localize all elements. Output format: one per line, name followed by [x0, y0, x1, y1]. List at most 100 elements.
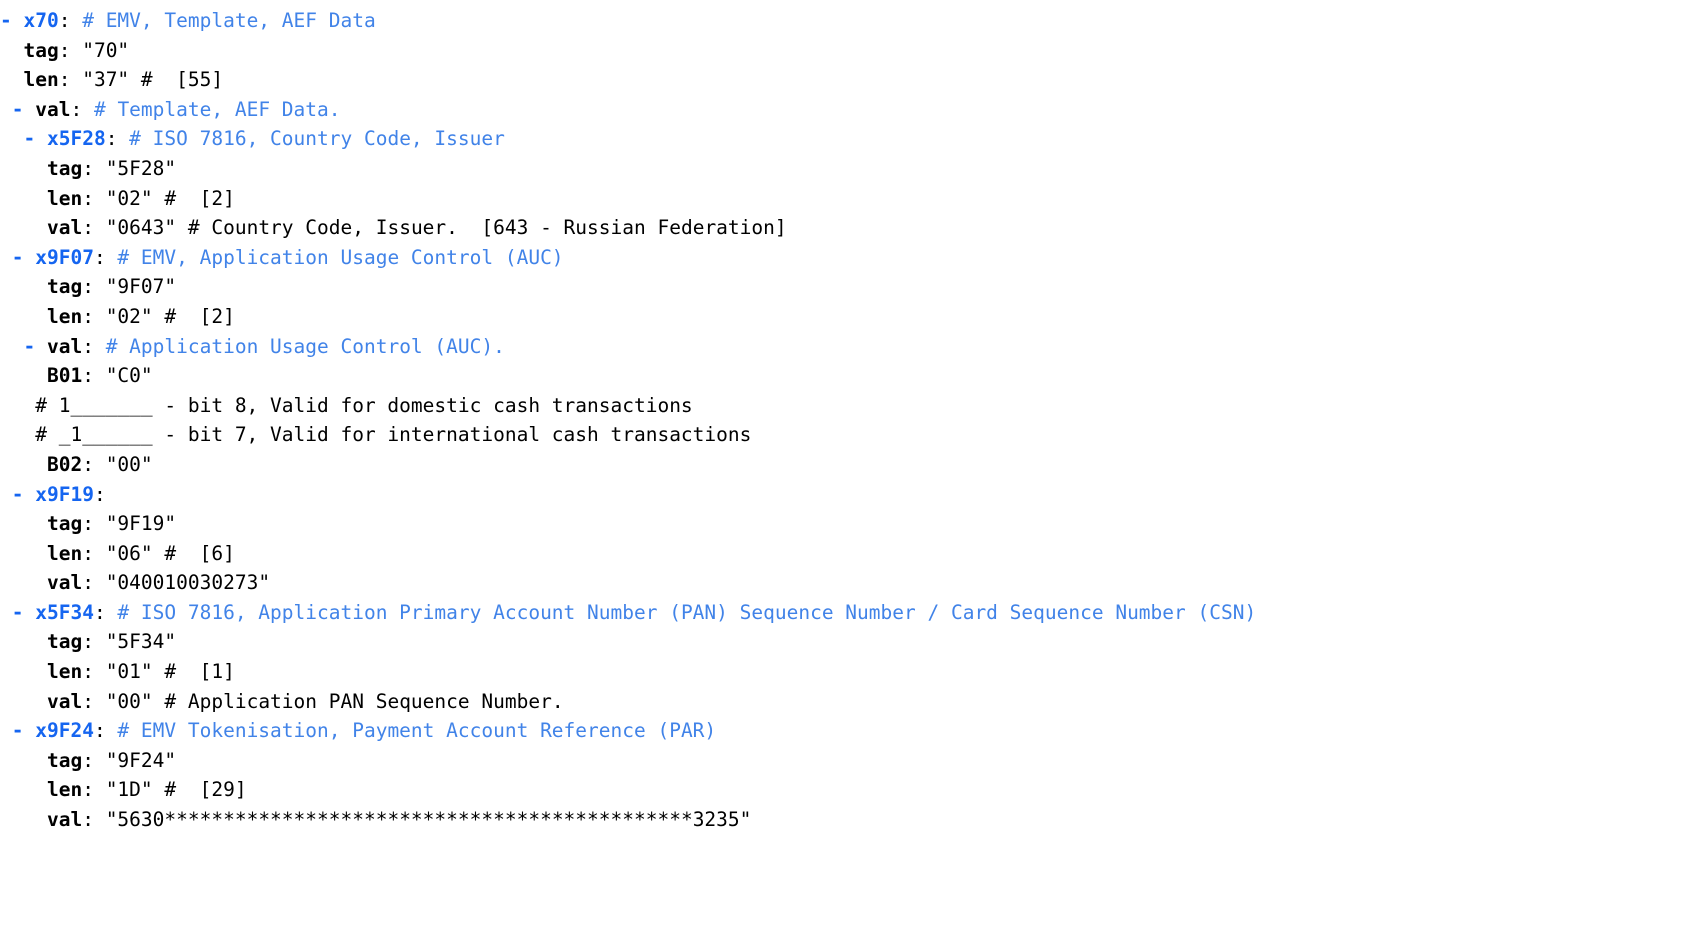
list-dash: -	[11, 600, 36, 624]
colon: :	[93, 600, 106, 624]
tlv-tag-key: x9F24	[35, 719, 94, 743]
colon: :	[93, 719, 106, 743]
colon: :	[82, 778, 94, 802]
field-key: len	[46, 304, 83, 328]
field-key: val	[35, 97, 71, 121]
comment: # [2]	[152, 304, 235, 328]
comment: # EMV, Application Usage Control (AUC)	[105, 245, 564, 269]
comment: # Application Usage Control (AUC).	[93, 334, 505, 358]
yaml-line: tag: "5F28"	[0, 154, 1690, 184]
colon: :	[82, 571, 94, 595]
comment: # ISO 7816, Country Code, Issuer	[117, 127, 505, 151]
comment: # Application PAN Sequence Number.	[152, 689, 564, 713]
field-value: "37"	[70, 68, 130, 92]
list-dash: -	[0, 9, 24, 32]
yaml-line: val: "5630******************************…	[0, 805, 1690, 835]
comment: # [1]	[152, 660, 235, 684]
field-value: "5F28"	[93, 156, 177, 180]
field-key: val	[46, 808, 83, 832]
yaml-line: tag: "9F24"	[0, 746, 1690, 776]
colon: :	[82, 304, 94, 328]
colon: :	[82, 512, 94, 536]
colon: :	[105, 127, 118, 151]
comment: # EMV, Template, AEF Data	[70, 9, 376, 32]
yaml-line: - x70: # EMV, Template, AEF Data	[0, 6, 1690, 36]
yaml-line: # _1______ - bit 7, Valid for internatio…	[0, 420, 1690, 450]
colon: :	[58, 38, 71, 62]
colon: :	[82, 748, 94, 772]
yaml-line: B02: "00"	[0, 450, 1690, 480]
yaml-line: tag: "70"	[0, 36, 1690, 66]
field-value: "5630***********************************…	[93, 808, 752, 832]
list-dash: -	[11, 245, 36, 269]
field-value: "5F34"	[93, 630, 177, 654]
field-value: "9F24"	[93, 748, 177, 772]
yaml-line: - x9F07: # EMV, Application Usage Contro…	[0, 243, 1690, 273]
colon: :	[70, 97, 83, 121]
field-value: "0643"	[93, 216, 177, 240]
list-dash: -	[0, 97, 36, 121]
tlv-tag-key: x5F34	[35, 600, 94, 624]
colon: :	[82, 156, 94, 180]
field-key: len	[23, 68, 59, 92]
field-key: tag	[46, 156, 83, 180]
yaml-line: len: "01" # [1]	[0, 657, 1690, 687]
comment: # _1______ - bit 7, Valid for internatio…	[35, 423, 752, 447]
field-value: "9F07"	[93, 275, 177, 299]
field-key: val	[46, 216, 83, 240]
tlv-tag-key: x9F19	[35, 482, 94, 506]
field-key: B01	[46, 364, 83, 388]
colon: :	[82, 364, 94, 388]
colon: :	[82, 334, 94, 358]
yaml-line: val: "040010030273"	[0, 568, 1690, 598]
tlv-tag-key: x5F28	[46, 127, 106, 151]
colon: :	[82, 452, 94, 476]
yaml-line: len: "1D" # [29]	[0, 775, 1690, 805]
field-key: val	[46, 689, 83, 713]
field-key: val	[46, 571, 83, 595]
field-key: len	[46, 186, 83, 210]
colon: :	[82, 186, 94, 210]
field-value: "C0"	[93, 364, 153, 388]
field-key: tag	[46, 748, 83, 772]
field-value: "00"	[93, 689, 153, 713]
colon: :	[58, 68, 71, 92]
field-value: "70"	[70, 38, 130, 62]
field-key: len	[46, 541, 83, 565]
field-key: len	[46, 778, 83, 802]
comment: # [6]	[152, 541, 235, 565]
colon: :	[82, 216, 94, 240]
field-value: "02"	[93, 186, 153, 210]
colon: :	[82, 541, 94, 565]
field-value: "1D"	[93, 778, 153, 802]
yaml-line: val: "0643" # Country Code, Issuer. [643…	[0, 213, 1690, 243]
yaml-tlv-dump: - x70: # EMV, Template, AEF Data tag: "7…	[0, 0, 1690, 835]
yaml-line: val: "00" # Application PAN Sequence Num…	[0, 687, 1690, 717]
field-value: "040010030273"	[93, 571, 271, 595]
field-key: tag	[46, 630, 83, 654]
comment: # [29]	[152, 778, 247, 802]
yaml-line: B01: "C0"	[0, 361, 1690, 391]
list-dash: -	[11, 719, 36, 743]
field-value: "01"	[93, 660, 153, 684]
